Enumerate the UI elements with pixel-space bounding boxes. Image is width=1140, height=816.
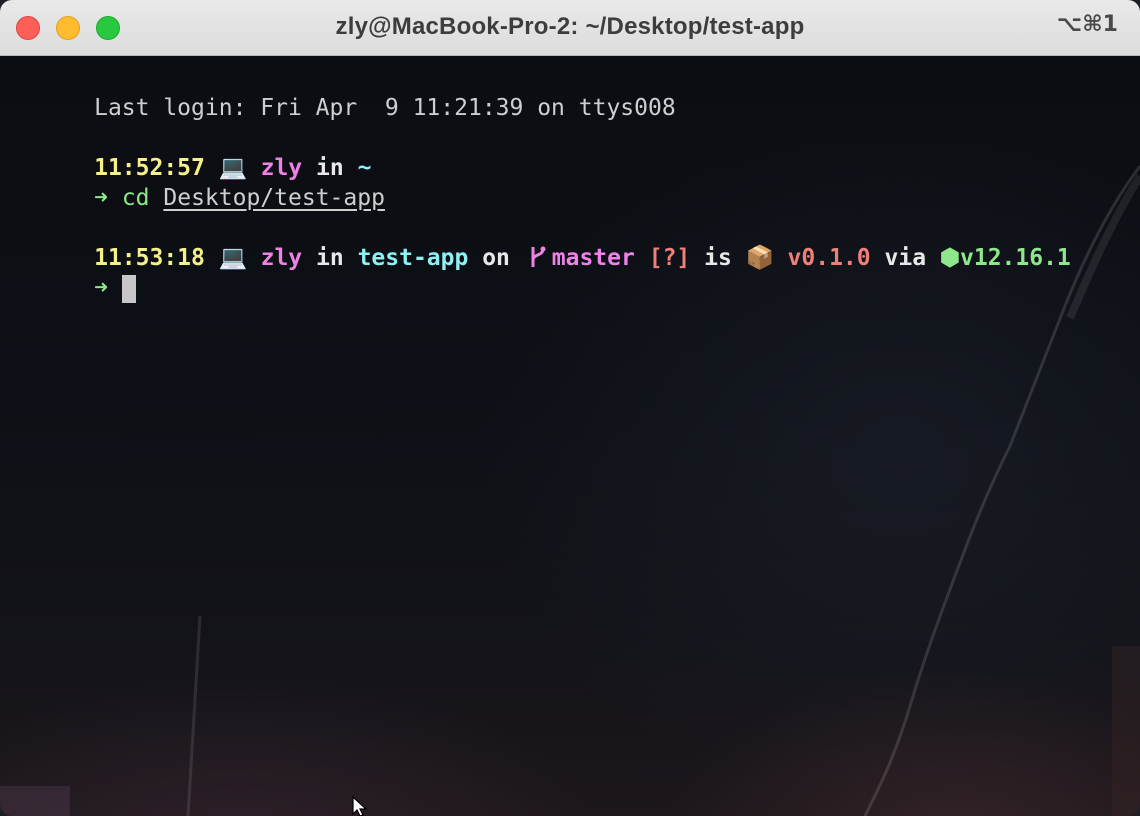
package-version: v0.1.0 xyxy=(787,245,871,271)
prompt-arrow-icon: ➜ xyxy=(94,275,108,301)
command-argument: Desktop/test-app xyxy=(163,185,385,211)
title-bar[interactable]: zly@MacBook-Pro-2: ~/Desktop/test-app ⌥⌘… xyxy=(0,0,1140,56)
git-branch-icon xyxy=(524,243,552,273)
prompt-is-word: is xyxy=(704,245,732,271)
prompt-user: zly xyxy=(260,245,303,271)
node-version: v12.16.1 xyxy=(960,245,1071,271)
prompt-in-word: in xyxy=(316,245,344,271)
laptop-icon: 💻 xyxy=(218,245,248,271)
prompt-line-1: 11:52:57 💻 zly in ~ xyxy=(11,123,371,181)
prompt-on-word: on xyxy=(482,245,510,271)
last-login-line: Last login: Fri Apr 9 11:21:39 on ttys00… xyxy=(11,63,676,121)
git-branch-name: master xyxy=(551,245,635,271)
terminal-window: zly@MacBook-Pro-2: ~/Desktop/test-app ⌥⌘… xyxy=(0,0,1140,816)
window-shortcut: ⌥⌘1 xyxy=(1056,12,1118,37)
command-line-1: ➜ cd Desktop/test-app xyxy=(11,153,385,211)
mouse-pointer-icon xyxy=(352,796,368,816)
text-cursor xyxy=(121,274,136,303)
node-icon: ⬢ xyxy=(939,245,960,271)
input-line[interactable]: ➜ xyxy=(11,243,136,303)
last-login-text: Last login: Fri Apr 9 11:21:39 on ttys00… xyxy=(94,95,676,121)
command-name: cd xyxy=(121,185,150,211)
git-status: [?] xyxy=(648,245,691,271)
prompt-directory: test-app xyxy=(357,245,469,271)
prompt-arrow-icon: ➜ xyxy=(94,185,108,211)
window-title: zly@MacBook-Pro-2: ~/Desktop/test-app xyxy=(335,13,805,40)
prompt-via-word: via xyxy=(884,245,927,271)
prompt-line-2: 11:53:18 💻 zly in test-app on master [?]… xyxy=(11,213,1071,271)
package-icon: 📦 xyxy=(745,245,775,271)
terminal-pane[interactable]: Last login: Fri Apr 9 11:21:39 on ttys00… xyxy=(0,56,1140,816)
